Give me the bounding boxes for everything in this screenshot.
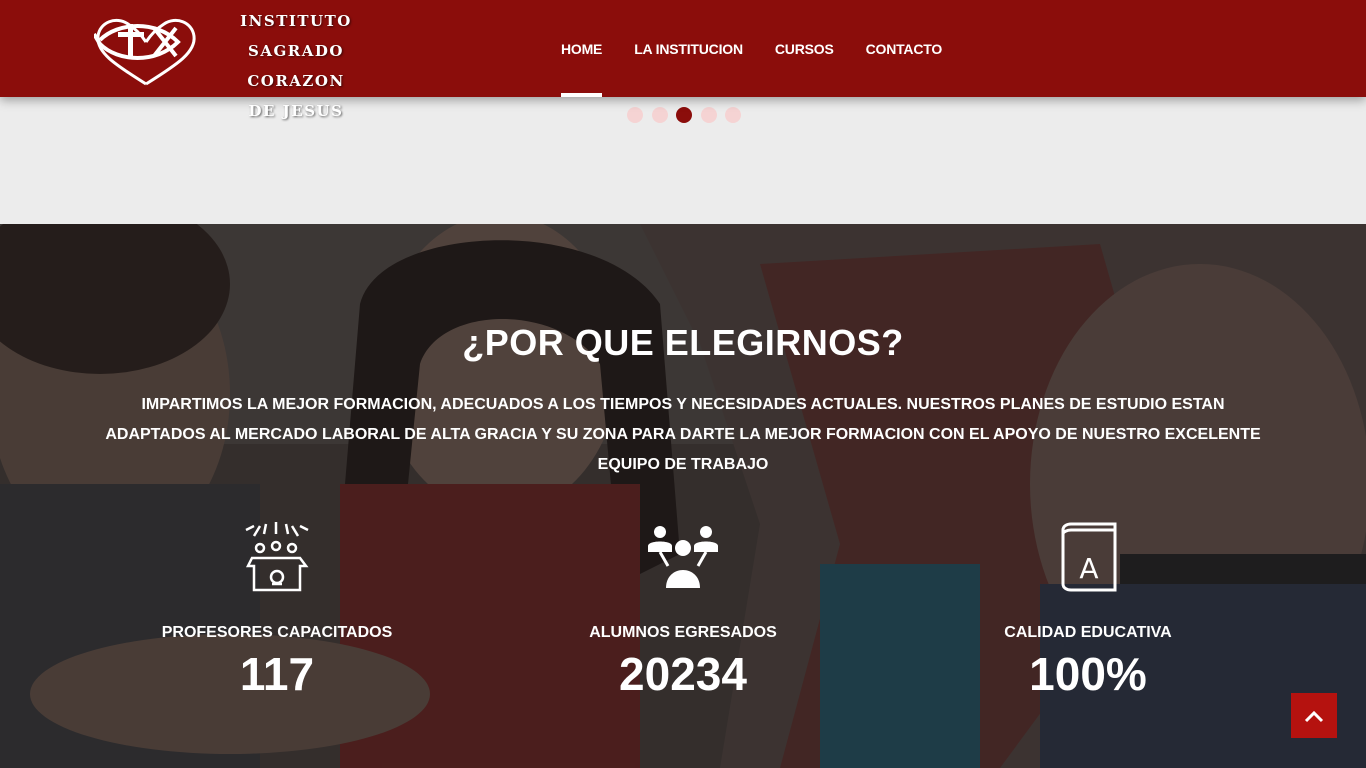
nav-la-institucion[interactable]: LA INSTITUCION <box>618 0 759 97</box>
stat-value: 100% <box>1029 648 1147 700</box>
stat-calidad: A CALIDAD EDUCATIVA 100% <box>938 522 1238 700</box>
fish-heart-cross-icon <box>94 19 196 86</box>
book-a-icon: A <box>1061 522 1117 592</box>
carousel-dots <box>627 107 750 123</box>
logo-text: INSTITUTO SAGRADO CORAZON DE JESUS <box>198 6 394 126</box>
section-title: ¿POR QUE ELEGIRNOS? <box>462 322 904 363</box>
carousel-dot-2[interactable] <box>651 107 668 123</box>
site-header: INSTITUTO SAGRADO CORAZON DE JESUS HOME … <box>0 0 1366 120</box>
svg-text:A: A <box>1079 552 1098 585</box>
stat-label: CALIDAD EDUCATIVA <box>1004 624 1172 641</box>
chevron-up-icon <box>1304 710 1324 722</box>
logo-line-2: SAGRADO CORAZON <box>247 42 345 90</box>
carousel-dot-5[interactable] <box>725 107 741 123</box>
stat-profesores: PROFESORES CAPACITADOS 117 <box>127 522 427 700</box>
why-choose-us-section: ¿POR QUE ELEGIRNOS? IMPARTIMOS LA MEJOR … <box>0 224 1366 768</box>
carousel-dot-4[interactable] <box>700 107 717 123</box>
carousel-dot-1[interactable] <box>627 107 643 123</box>
stat-alumnos: ALUMNOS EGRESADOS 20234 <box>533 522 833 700</box>
site-logo[interactable]: INSTITUTO SAGRADO CORAZON DE JESUS <box>94 6 394 120</box>
logo-line-1: INSTITUTO <box>240 12 352 30</box>
nav-home[interactable]: HOME <box>545 0 618 97</box>
stat-label: PROFESORES CAPACITADOS <box>161 624 393 641</box>
stat-value: 20234 <box>619 648 747 700</box>
nav-cursos[interactable]: CURSOS <box>759 0 850 97</box>
students-group-icon <box>648 526 718 588</box>
section-description: IMPARTIMOS LA MEJOR FORMACION, ADECUADOS… <box>105 396 1261 473</box>
nav-contacto[interactable]: CONTACTO <box>850 0 958 97</box>
stat-label: ALUMNOS EGRESADOS <box>589 624 777 641</box>
carousel-dot-3[interactable] <box>676 107 692 123</box>
scroll-to-top-button[interactable] <box>1291 693 1337 738</box>
stat-value: 117 <box>239 648 315 700</box>
main-nav: HOME LA INSTITUCION CURSOS CONTACTO <box>545 0 958 97</box>
logo-line-3: DE JESUS <box>248 102 344 120</box>
teacher-box-icon <box>245 522 309 592</box>
